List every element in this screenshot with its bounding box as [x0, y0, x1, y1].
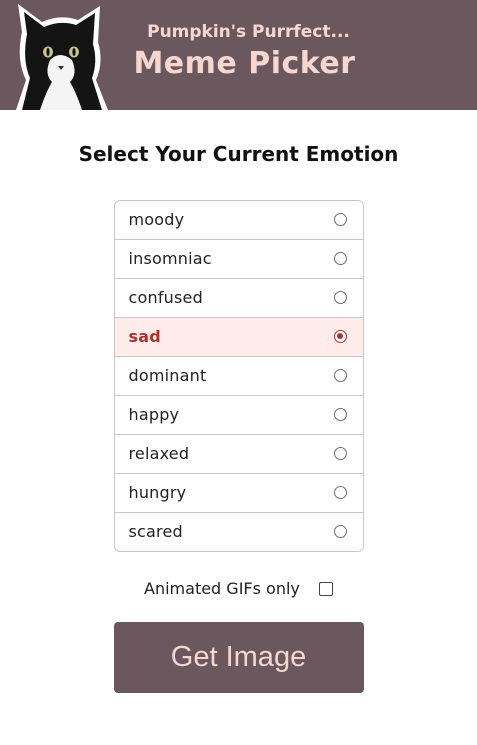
emotion-label: confused: [128, 288, 203, 307]
app-subtitle: Pumpkin's Purrfect...: [147, 22, 350, 42]
emotion-label: relaxed: [128, 444, 190, 463]
emotion-option-relaxed[interactable]: relaxed: [114, 435, 363, 474]
emotion-radio[interactable]: [333, 252, 347, 265]
emotion-radio-list: moody insomniac confused sad dominant happy re…: [113, 200, 364, 552]
app-title: Meme Picker: [133, 46, 356, 81]
emotion-radio[interactable]: [333, 447, 347, 460]
emotion-label: sad: [128, 327, 161, 346]
emotion-radio[interactable]: [333, 525, 347, 538]
emotion-option-happy[interactable]: happy: [114, 396, 363, 435]
emotion-label: insomniac: [128, 249, 212, 268]
emotion-label: moody: [128, 210, 185, 229]
gif-only-checkbox[interactable]: [318, 581, 333, 596]
emotion-option-hungry[interactable]: hungry: [114, 474, 363, 513]
emotion-label: hungry: [128, 483, 187, 502]
emotion-option-dominant[interactable]: dominant: [114, 357, 363, 396]
emotion-radio[interactable]: [333, 330, 347, 343]
gif-option-label: Animated GIFs only: [144, 579, 300, 598]
emotion-label: dominant: [128, 366, 207, 385]
emotion-radio[interactable]: [333, 408, 347, 421]
emotion-label: scared: [128, 522, 183, 541]
emotion-option-scared[interactable]: scared: [114, 513, 363, 551]
gif-option-row: Animated GIFs only: [0, 578, 477, 598]
emotion-label: happy: [128, 405, 180, 424]
emotion-radio[interactable]: [333, 486, 347, 499]
emotion-heading: Select Your Current Emotion: [78, 142, 399, 166]
emotion-option-moody[interactable]: moody: [114, 201, 363, 240]
emotion-option-insomniac[interactable]: insomniac: [114, 240, 363, 279]
emotion-radio[interactable]: [333, 369, 347, 382]
app-header: Pumpkin's Purrfect... Meme Picker: [0, 0, 477, 110]
emotion-radio[interactable]: [333, 291, 347, 304]
emotion-radio[interactable]: [333, 213, 347, 226]
get-image-button[interactable]: Get Image: [113, 622, 364, 693]
radio-selected-dot: [336, 333, 343, 339]
emotion-option-confused[interactable]: confused: [114, 279, 363, 318]
emotion-option-sad[interactable]: sad: [114, 318, 363, 357]
